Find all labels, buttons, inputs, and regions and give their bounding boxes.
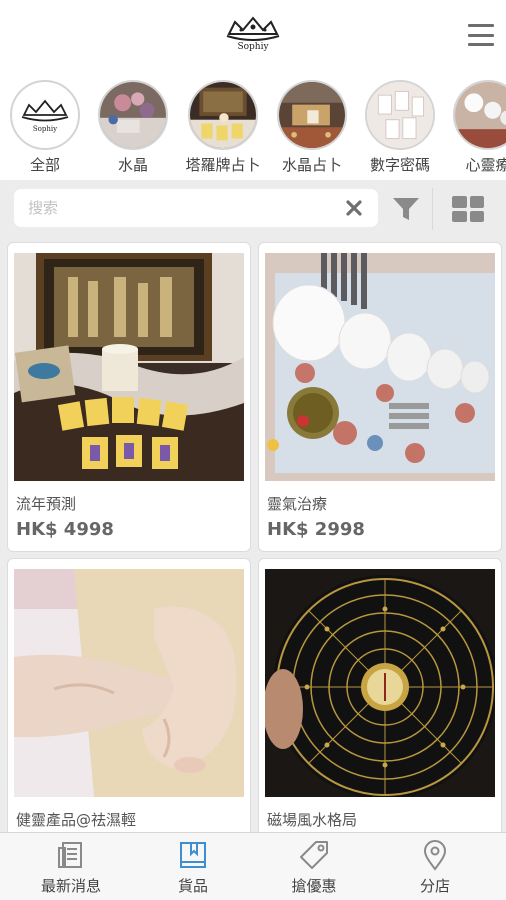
category-label: 數字密碼 (369, 156, 430, 174)
category-item-crystal-divination[interactable]: 水晶占卜 (270, 80, 354, 175)
tab-label: 搶優惠 (291, 877, 337, 895)
numerology-photo (367, 82, 433, 148)
product-title: 靈氣治療 (267, 495, 328, 513)
category-label: 水晶占卜 (281, 156, 342, 174)
product-price: HK$ 2998 (267, 519, 365, 540)
tag-icon (298, 839, 330, 871)
book-icon (177, 839, 209, 871)
category-thumb (277, 80, 347, 150)
crown-logo-icon: Sophiy (21, 99, 69, 133)
category-label: 塔羅牌占卜 (185, 156, 261, 174)
brand-logo[interactable]: Sophiy (222, 14, 284, 56)
category-item-numerology[interactable]: 數字密碼 (358, 80, 442, 175)
product-grid: 流年預測 HK$ 4998 靈氣治療 HK$ 2998 健靈產品@祛濕輕 磁場風… (0, 238, 506, 832)
search-box (14, 189, 378, 227)
category-thumb (98, 80, 168, 150)
app-header: Sophiy (0, 0, 506, 72)
feng-shui-compass-photo (265, 569, 495, 797)
tarot-reading-photo (14, 253, 244, 481)
tab-branches[interactable]: 分店 (372, 833, 498, 900)
sound-healing-photo (265, 253, 495, 481)
category-item-tarot[interactable]: 塔羅牌占卜 (181, 80, 265, 175)
category-thumb (188, 80, 258, 150)
category-thumb (365, 80, 435, 150)
category-thumb (453, 80, 506, 150)
product-title: 磁場風水格局 (267, 811, 358, 829)
search-input[interactable] (28, 189, 328, 227)
filter-icon[interactable] (392, 196, 420, 222)
hamburger-menu-icon[interactable] (466, 22, 496, 48)
category-item-spiritual-healing[interactable]: 心靈療 (446, 80, 506, 175)
category-item-crystal[interactable]: 水晶 (91, 80, 175, 175)
product-image (265, 569, 495, 797)
search-toolbar (0, 180, 506, 238)
tab-products[interactable]: 貨品 (130, 833, 256, 900)
tab-news[interactable]: 最新消息 (8, 833, 134, 900)
product-price: HK$ 4998 (16, 519, 114, 540)
healing-photo (455, 82, 506, 148)
tab-deals[interactable]: 搶優惠 (251, 833, 377, 900)
grid-view-icon[interactable] (452, 196, 484, 222)
product-title: 流年預測 (16, 495, 77, 513)
tab-label: 分店 (419, 877, 450, 895)
product-image (14, 253, 244, 481)
clear-search-icon[interactable] (344, 198, 364, 218)
product-card[interactable]: 流年預測 HK$ 4998 (7, 242, 251, 552)
logo-text: Sophiy (237, 42, 269, 52)
product-card[interactable]: 靈氣治療 HK$ 2998 (258, 242, 502, 552)
health-product-photo (14, 569, 244, 797)
tarot-photo (190, 82, 256, 148)
news-icon (55, 839, 87, 871)
crystal-photo (100, 82, 166, 148)
category-thumb: Sophiy (10, 80, 80, 150)
tab-label: 最新消息 (40, 877, 101, 895)
category-label: 全部 (29, 156, 60, 174)
product-card[interactable]: 健靈產品@祛濕輕 (7, 558, 251, 832)
category-label: 水晶 (117, 156, 148, 174)
tab-label: 貨品 (177, 877, 208, 895)
svg-text:Sophiy: Sophiy (33, 125, 57, 133)
category-strip: Sophiy 全部 水晶 塔羅牌占卜 水晶占卜 數字密碼 心靈療 (0, 74, 506, 178)
location-pin-icon (419, 839, 451, 871)
bottom-tab-bar: 最新消息 貨品 搶優惠 分店 (0, 832, 506, 900)
crystal-divination-photo (279, 82, 345, 148)
product-image (14, 569, 244, 797)
toolbar-divider (432, 188, 433, 230)
product-card[interactable]: 磁場風水格局 (258, 558, 502, 832)
product-image (265, 253, 495, 481)
product-title: 健靈產品@祛濕輕 (16, 811, 137, 829)
category-label: 心靈療 (465, 156, 506, 174)
crown-logo-icon (226, 16, 280, 41)
category-item-all[interactable]: Sophiy 全部 (3, 80, 87, 175)
